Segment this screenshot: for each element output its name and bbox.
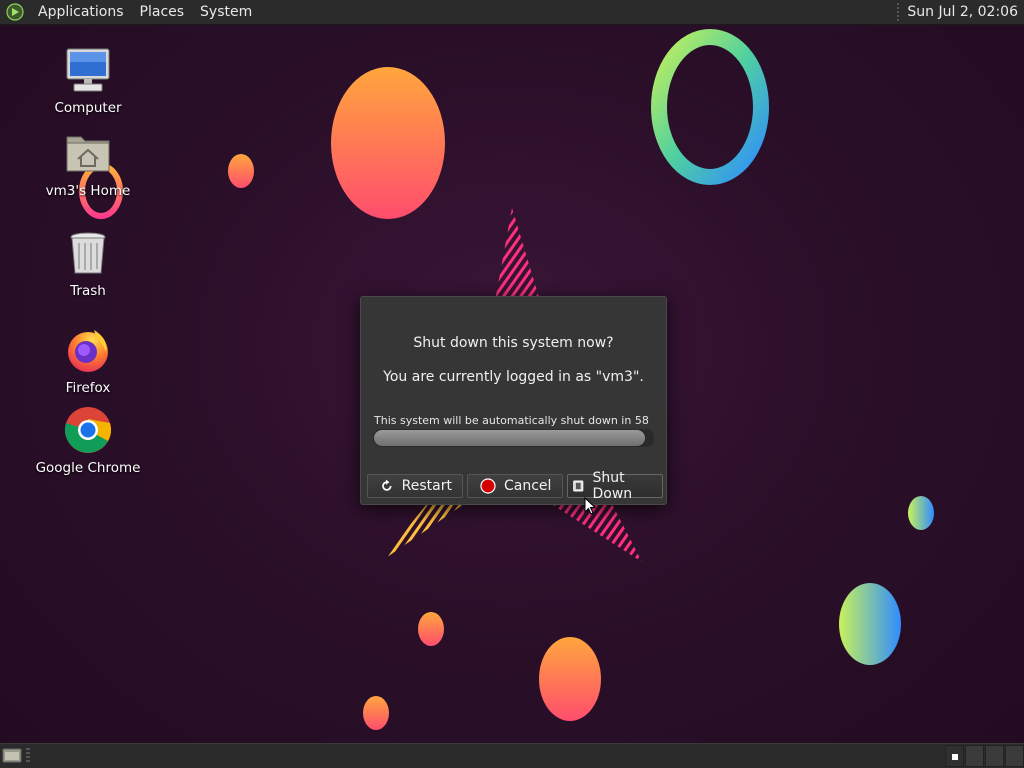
clock[interactable]: Sun Jul 2, 02:06 xyxy=(907,4,1024,20)
firefox-icon xyxy=(68,330,108,372)
restart-label: Restart xyxy=(401,478,452,494)
shutdown-label: Shut Down xyxy=(592,470,633,502)
menu-logo-icon[interactable] xyxy=(6,3,24,21)
dialog-subtitle: You are currently logged in as "vm3". xyxy=(383,369,644,385)
top-panel: Applications Places System Sun Jul 2, 02… xyxy=(0,0,1024,25)
home-label: vm3's Home xyxy=(45,183,131,199)
home-folder-icon xyxy=(66,136,110,172)
dialog-buttons: Restart Cancel Shut Down xyxy=(367,470,663,502)
workspace-window-thumb xyxy=(951,753,959,761)
cancel-button[interactable]: Cancel xyxy=(467,474,563,498)
shutdown-button[interactable]: Shut Down xyxy=(567,470,663,502)
shutdown-icon xyxy=(573,480,584,492)
mouse-cursor-icon xyxy=(584,497,596,515)
trash-icon xyxy=(70,232,106,274)
desktop-icon-home[interactable]: vm3's Home xyxy=(33,129,143,199)
progress-fill xyxy=(374,430,645,446)
computer-icon xyxy=(66,48,110,92)
countdown-progress-bar xyxy=(373,429,654,447)
workspace-4[interactable] xyxy=(1005,745,1024,767)
cancel-label: Cancel xyxy=(504,478,552,494)
system-menu[interactable]: System xyxy=(192,0,260,24)
desktop-icon-chrome[interactable]: Google Chrome xyxy=(33,406,143,476)
trash-label: Trash xyxy=(70,283,106,299)
shutdown-dialog: Shut down this system now? You are curre… xyxy=(360,296,667,505)
cancel-icon xyxy=(480,478,496,494)
workspace-2[interactable] xyxy=(965,745,984,767)
applications-menu[interactable]: Applications xyxy=(30,0,132,24)
firefox-label: Firefox xyxy=(65,380,111,396)
chrome-icon xyxy=(64,407,111,453)
workspace-1[interactable] xyxy=(945,745,964,767)
restart-button[interactable]: Restart xyxy=(367,474,463,498)
computer-label: Computer xyxy=(54,100,122,116)
desktop-icon-firefox[interactable]: Firefox xyxy=(33,326,143,396)
dialog-title: Shut down this system now? xyxy=(413,335,614,351)
desktop-icon-computer[interactable]: Computer xyxy=(33,46,143,116)
desktop-icon-trash[interactable]: Trash xyxy=(33,229,143,299)
panel-handle[interactable] xyxy=(897,3,900,21)
restart-icon xyxy=(382,479,392,491)
bottom-panel xyxy=(0,743,1024,768)
bottom-panel-handle[interactable] xyxy=(26,748,30,764)
places-menu[interactable]: Places xyxy=(132,0,193,24)
workspace-3[interactable] xyxy=(985,745,1004,767)
chrome-label: Google Chrome xyxy=(35,460,141,476)
workspace-switcher xyxy=(944,744,1024,768)
show-desktop-icon[interactable] xyxy=(2,747,22,764)
